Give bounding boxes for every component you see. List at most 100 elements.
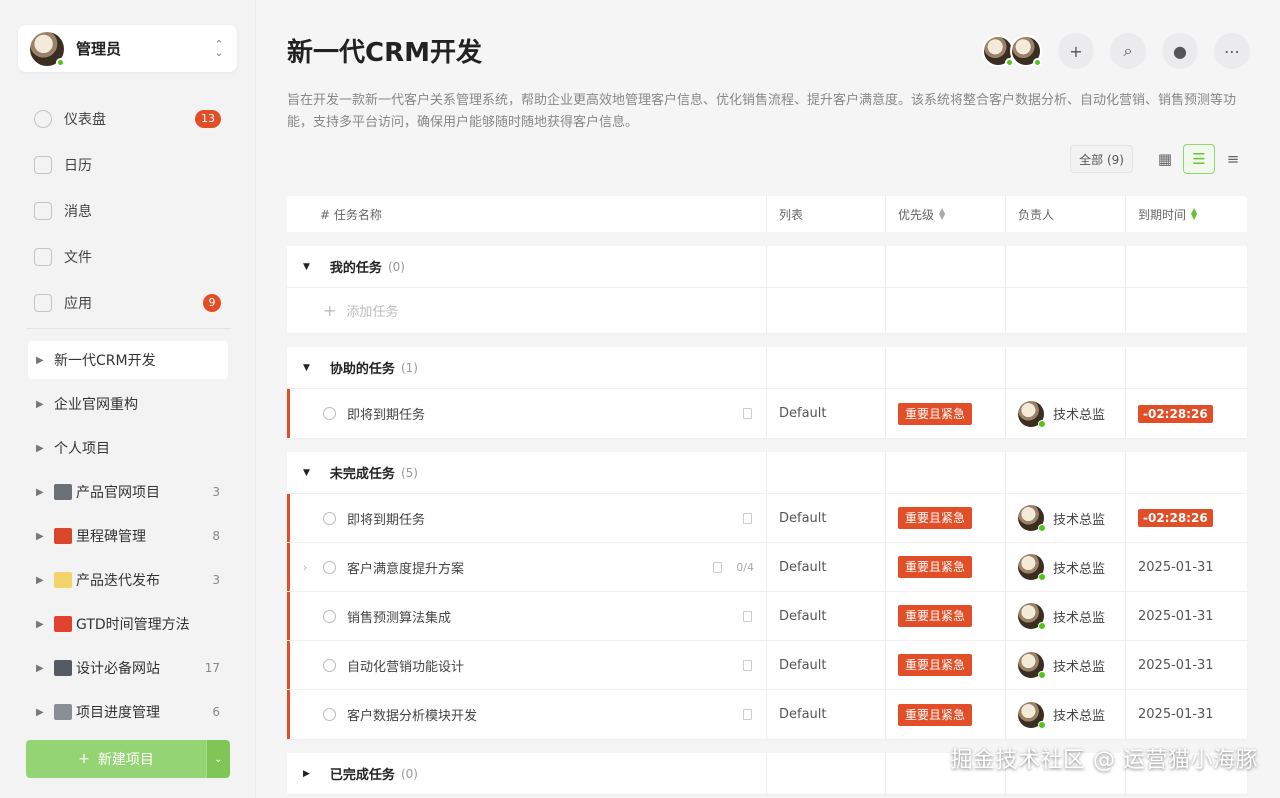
project-emoji-icon — [54, 704, 72, 720]
nav-item-calendar[interactable]: 日历 — [26, 142, 231, 188]
task-checkbox[interactable] — [323, 407, 336, 420]
assignee[interactable]: 技术总监 — [1018, 505, 1106, 532]
new-project-button[interactable]: + 新建项目 — [26, 740, 206, 778]
caret-right-icon[interactable]: ▶ — [36, 575, 54, 586]
task-checkbox[interactable] — [323, 560, 336, 574]
project-item[interactable]: ▶ 产品迭代发布 3 — [28, 561, 228, 599]
group-header-row[interactable]: ▼ 我的任务 (0) — [287, 246, 1247, 288]
project-item[interactable]: ▶ 新一代CRM开发 — [28, 341, 228, 379]
priority-badge[interactable]: 重要且紧急 — [898, 556, 973, 578]
task-row[interactable]: 销售预测算法集成 Default 重要且紧急 技术总监 2025-01-31 — [287, 592, 1247, 641]
online-dot — [1038, 524, 1046, 532]
task-checkbox[interactable] — [323, 708, 336, 721]
user-switcher[interactable]: 管理员 ⌃ ⌄ — [18, 25, 237, 72]
search-button[interactable]: ⌕ — [1110, 33, 1146, 69]
priority-badge[interactable]: 重要且紧急 — [898, 605, 973, 627]
assignee[interactable]: 技术总监 — [1018, 701, 1105, 729]
due-date[interactable]: 2025-01-31 — [1138, 707, 1214, 722]
task-row[interactable]: 自动化营销功能设计 Default 重要且紧急 技术总监 2025-01-31 — [287, 641, 1247, 690]
caret-right-icon[interactable]: ▶ — [36, 531, 54, 542]
more-button[interactable]: ⋯ — [1214, 33, 1250, 69]
group-header-row[interactable]: ▼ 未完成任务 (5) — [287, 452, 1247, 494]
project-item[interactable]: ▶ 产品官网项目 3 — [28, 473, 228, 511]
sidebar: 管理员 ⌃ ⌄ 仪表盘 13 日历 消息 文件 应用 9 ▶ 新一代CRM开发 ▶ 企业… — [0, 0, 256, 798]
caret-down-icon[interactable]: ▼ — [303, 262, 310, 272]
project-item[interactable]: ▶ 企业官网重构 — [28, 385, 228, 423]
caret-right-icon[interactable]: ▶ — [36, 663, 54, 674]
col-header-name[interactable]: # 任务名称 — [287, 196, 767, 232]
task-checkbox[interactable] — [323, 658, 336, 672]
avatar — [1018, 505, 1046, 532]
filter-all-button[interactable]: 全部 (9) — [1070, 145, 1133, 173]
due-date[interactable]: 2025-01-31 — [1138, 658, 1214, 673]
caret-right-icon[interactable]: ▶ — [36, 487, 54, 498]
nav-item-files[interactable]: 文件 — [26, 234, 231, 280]
add-task-cell[interactable]: + 添加任务 — [287, 288, 767, 333]
nav-item-messages[interactable]: 消息 — [26, 188, 231, 234]
add-button[interactable]: + — [1058, 33, 1094, 69]
member-avatar[interactable] — [1010, 35, 1042, 67]
list-icon: ☰ — [1192, 150, 1206, 168]
caret-right-icon[interactable]: ▶ — [36, 707, 54, 718]
caret-right-icon[interactable]: ▶ — [303, 769, 310, 779]
col-header-list[interactable]: 列表 — [767, 196, 886, 232]
caret-down-icon[interactable]: ▼ — [303, 468, 310, 478]
empty-cell — [767, 347, 886, 388]
assignee[interactable]: 技术总监 — [1018, 554, 1105, 581]
empty-cell — [1006, 347, 1126, 388]
due-date[interactable]: -02:28:26 — [1138, 404, 1213, 423]
empty-cell — [1126, 246, 1247, 287]
priority-badge[interactable]: 重要且紧急 — [898, 507, 973, 529]
nav-item-apps[interactable]: 应用 9 — [26, 280, 231, 326]
assignee[interactable]: 技术总监 — [1018, 652, 1105, 679]
task-row[interactable]: 客户数据分析模块开发 Default 重要且紧急 技术总监 2025-01-31 — [287, 690, 1247, 739]
caret-right-icon[interactable]: ▶ — [36, 355, 54, 366]
online-dot — [1038, 671, 1046, 679]
chat-button[interactable]: ● — [1162, 33, 1198, 69]
task-row[interactable]: › 客户满意度提升方案 0/4 Default 重要且紧急 技术总监 2025-01-31 — [287, 543, 1247, 592]
project-item[interactable]: ▶ 里程碑管理 8 — [28, 517, 228, 555]
search-icon: ⌕ — [1123, 41, 1133, 60]
task-checkbox[interactable] — [323, 511, 336, 525]
caret-right-icon[interactable]: ▶ — [36, 443, 54, 454]
new-project-dropdown-button[interactable]: ⌄ — [206, 740, 230, 778]
project-count: 8 — [212, 529, 220, 543]
avatar — [1018, 652, 1046, 679]
project-item[interactable]: ▶ GTD时间管理方法 — [28, 605, 228, 643]
caret-right-icon[interactable]: ▶ — [36, 399, 54, 410]
add-task-row[interactable]: + 添加任务 — [287, 288, 1247, 333]
view-gantt-button[interactable]: ≡ — [1217, 144, 1249, 174]
col-header-assignee[interactable]: 负责人 — [1006, 196, 1126, 232]
project-item[interactable]: ▶ 个人项目 — [28, 429, 228, 467]
due-date[interactable]: -02:28:26 — [1138, 509, 1213, 527]
group-header-row[interactable]: ▼ 协助的任务 (1) — [287, 347, 1247, 389]
nav-badge: 13 — [195, 110, 221, 128]
caret-down-icon[interactable]: ▼ — [303, 363, 310, 373]
view-board-button[interactable]: ▦ — [1149, 144, 1181, 174]
project-label: 产品官网项目 — [76, 485, 160, 501]
col-header-due[interactable]: 到期时间 ▲ ▼ — [1126, 196, 1247, 232]
main-content: 新一代CRM开发 + ⌕ ● ⋯ 旨在开发一款新一代客户关系管理系统，帮助企业更… — [257, 0, 1280, 798]
task-checkbox[interactable] — [323, 609, 336, 623]
due-date[interactable]: 2025-01-31 — [1138, 560, 1214, 575]
caret-right-icon[interactable]: ▶ — [36, 619, 54, 630]
priority-badge[interactable]: 重要且紧急 — [898, 703, 973, 726]
view-list-button[interactable]: ☰ — [1183, 144, 1215, 174]
task-row[interactable]: 即将到期任务 Default 重要且紧急 技术总监 -02:28:26 — [287, 389, 1247, 438]
priority-badge[interactable]: 重要且紧急 — [898, 654, 973, 676]
task-row[interactable]: 即将到期任务 Default 重要且紧急 技术总监 -02:28:26 — [287, 494, 1247, 543]
plus-icon: + — [78, 751, 90, 767]
empty-cell — [767, 452, 886, 493]
col-header-priority[interactable]: 优先级 ▲ ▼ — [886, 196, 1006, 232]
project-item[interactable]: ▶ 设计必备网站 17 — [28, 649, 228, 687]
task-due-cell: -02:28:26 — [1126, 389, 1247, 438]
chevron-right-icon[interactable]: › — [303, 561, 317, 574]
assignee[interactable]: 技术总监 — [1018, 400, 1105, 428]
assignee-name: 技术总监 — [1053, 512, 1106, 528]
priority-badge[interactable]: 重要且紧急 — [898, 402, 973, 425]
project-item[interactable]: ▶ 项目进度管理 6 — [28, 693, 228, 731]
assignee[interactable]: 技术总监 — [1018, 603, 1105, 630]
due-date[interactable]: 2025-01-31 — [1138, 609, 1214, 624]
online-dot — [1033, 58, 1042, 67]
nav-item-dashboard[interactable]: 仪表盘 13 — [26, 96, 231, 142]
